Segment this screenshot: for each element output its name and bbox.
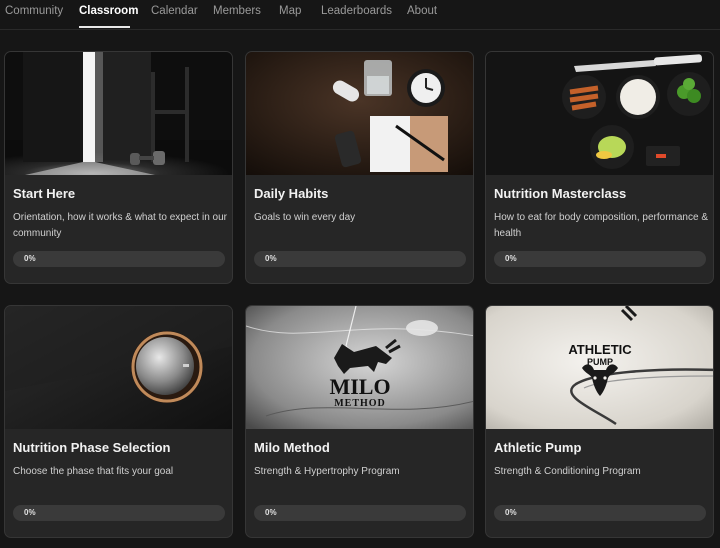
course-card-nutrition-phase-selection[interactable]: Nutrition Phase Selection Choose the pha…	[4, 305, 233, 538]
tab-about[interactable]: About	[407, 4, 437, 18]
course-title: Milo Method	[254, 440, 330, 455]
course-progress-bar: 0%	[494, 505, 706, 521]
course-thumbnail: MILO METHOD	[246, 306, 473, 429]
course-progress-label: 0%	[265, 508, 277, 517]
course-progress-bar: 0%	[254, 251, 466, 267]
course-progress-label: 0%	[24, 254, 36, 263]
course-progress-label: 0%	[505, 508, 517, 517]
course-progress-label: 0%	[24, 508, 36, 517]
course-card-athletic-pump[interactable]: ATHLETIC PUMP Athletic Pump Strength & C…	[485, 305, 714, 538]
course-card-daily-habits[interactable]: Daily Habits Goals to win every day 0%	[245, 51, 474, 284]
course-title: Nutrition Phase Selection	[13, 440, 171, 455]
course-description: Strength & Hypertrophy Program	[254, 466, 400, 477]
classroom-nav: Community Classroom Calendar Members Map…	[0, 0, 720, 30]
course-card-nutrition-masterclass[interactable]: Nutrition Masterclass How to eat for bod…	[485, 51, 714, 284]
milo-logo-subtext: METHOD	[334, 398, 386, 409]
course-progress-label: 0%	[265, 254, 277, 263]
athletic-logo-text: ATHLETIC	[568, 342, 632, 357]
tab-leaderboards[interactable]: Leaderboards	[321, 4, 392, 18]
course-description: Strength & Conditioning Program	[494, 466, 641, 477]
course-description: Goals to win every day	[254, 212, 356, 223]
course-description: How to eat for body composition, perform…	[494, 212, 708, 239]
course-thumbnail	[246, 52, 473, 175]
course-title: Nutrition Masterclass	[494, 186, 627, 201]
course-thumbnail: ATHLETIC PUMP	[486, 306, 713, 429]
tab-calendar[interactable]: Calendar	[151, 4, 198, 18]
course-thumbnail	[486, 52, 713, 175]
course-progress-bar: 0%	[13, 251, 225, 267]
course-description: Choose the phase that fits your goal	[13, 466, 174, 477]
course-title: Start Here	[13, 186, 76, 201]
course-card-milo-method[interactable]: MILO METHOD Milo Method Strength & Hyper…	[245, 305, 474, 538]
course-description: Orientation, how it works & what to expe…	[13, 212, 227, 239]
tab-map[interactable]: Map	[279, 4, 301, 18]
course-progress-bar: 0%	[254, 505, 466, 521]
milo-logo-text: MILO	[329, 374, 390, 399]
course-title: Daily Habits	[254, 186, 329, 201]
tab-community[interactable]: Community	[5, 4, 63, 18]
course-thumbnail	[5, 52, 232, 175]
tab-members[interactable]: Members	[213, 4, 261, 18]
course-progress-label: 0%	[505, 254, 517, 263]
course-thumbnail	[5, 306, 232, 429]
course-title: Athletic Pump	[494, 440, 582, 455]
course-progress-bar: 0%	[494, 251, 706, 267]
course-progress-bar: 0%	[13, 505, 225, 521]
tab-classroom[interactable]: Classroom	[79, 4, 138, 18]
active-tab-indicator	[79, 26, 130, 28]
course-card-start-here[interactable]: Start Here Orientation, how it works & w…	[4, 51, 233, 284]
